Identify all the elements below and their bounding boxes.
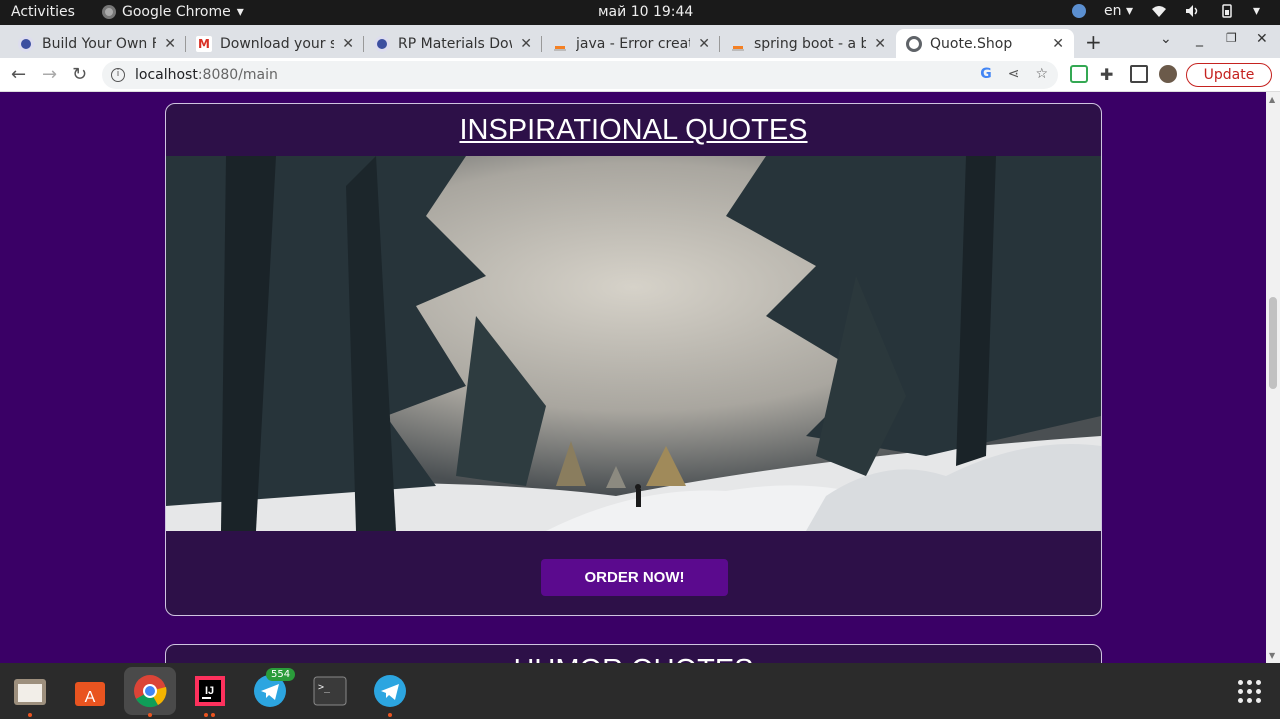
close-icon[interactable]: ✕: [1052, 36, 1064, 52]
battery-icon[interactable]: [1219, 4, 1235, 18]
terminal-dock-icon[interactable]: >_: [306, 667, 354, 715]
chevron-down-icon: ▾: [236, 4, 244, 20]
new-tab-button[interactable]: +: [1085, 30, 1102, 54]
close-icon[interactable]: ✕: [698, 36, 710, 52]
chrome-dock-icon[interactable]: [124, 667, 176, 717]
unread-count-badge: 554: [266, 668, 296, 681]
scroll-up-arrow-icon[interactable]: ▲: [1269, 95, 1275, 104]
shopping-bag-icon: A: [75, 682, 105, 706]
card-title[interactable]: HUMOR QUOTES: [166, 645, 1101, 663]
intellij-dock-icon[interactable]: IJ: [186, 667, 234, 717]
url-text[interactable]: localhost:8080/main: [135, 67, 278, 83]
chrome-icon: [134, 675, 167, 708]
side-panel-icon[interactable]: [1130, 65, 1148, 83]
page-viewport: INSPIRATIONAL QUOTES ORDER NOW!: [0, 92, 1266, 663]
volume-icon[interactable]: [1185, 4, 1201, 18]
scroll-down-arrow-icon[interactable]: ▼: [1269, 651, 1275, 660]
power-menu-arrow[interactable]: ▾: [1253, 3, 1260, 19]
share-icon[interactable]: ⋖: [1008, 66, 1020, 82]
running-indicator: [388, 713, 392, 717]
running-indicator: [28, 713, 32, 717]
forest-hiker-image: [166, 156, 1101, 531]
svg-text:A: A: [85, 689, 96, 706]
clock[interactable]: май 10 19:44: [598, 4, 693, 20]
network-globe-icon[interactable]: [1071, 4, 1086, 18]
files-app-icon[interactable]: [6, 667, 54, 717]
stackoverflow-icon: [552, 35, 568, 52]
minimize-icon[interactable]: _: [1196, 31, 1203, 47]
software-store-icon[interactable]: A: [66, 667, 114, 715]
tab-title: spring boot - a bea: [754, 35, 867, 52]
tab-download[interactable]: M Download your so ✕: [186, 29, 364, 58]
tab-title: Download your so: [220, 35, 335, 52]
svg-text:IJ: IJ: [205, 685, 214, 697]
tab-strip: Build Your Own Fa ✕ M Download your so ✕…: [0, 25, 1280, 58]
globe-icon: [374, 35, 390, 52]
tab-java-error[interactable]: java - Error creatin ✕: [542, 29, 720, 58]
running-indicator: [148, 713, 152, 717]
humor-quotes-card: HUMOR QUOTES: [165, 644, 1102, 663]
inspirational-quotes-card: INSPIRATIONAL QUOTES ORDER NOW!: [165, 103, 1102, 616]
extension-icon[interactable]: [1070, 65, 1088, 83]
bookmark-star-icon[interactable]: ☆: [1035, 66, 1048, 82]
system-tray[interactable]: en ▾ ▾: [1071, 3, 1260, 19]
back-arrow-icon[interactable]: ←: [11, 64, 26, 85]
tab-title: java - Error creatin: [576, 35, 690, 52]
extensions-puzzle-icon[interactable]: ✚: [1100, 65, 1118, 84]
tab-quote-shop[interactable]: Quote.Shop ✕: [896, 29, 1074, 58]
tab-rp-materials[interactable]: RP Materials Dow ✕: [364, 29, 542, 58]
browser-toolbar: ← → ↻ i localhost:8080/main G ⋖ ☆ ✚ Upda…: [0, 58, 1280, 92]
maximize-icon[interactable]: ❐: [1226, 31, 1237, 45]
intellij-icon: IJ: [195, 676, 225, 706]
folder-icon: [14, 679, 46, 705]
address-bar[interactable]: i localhost:8080/main G ⋖ ☆: [102, 61, 1058, 89]
tab-build-your-own[interactable]: Build Your Own Fa ✕: [8, 29, 186, 58]
profile-avatar[interactable]: [1159, 65, 1177, 83]
svg-text:>_: >_: [318, 682, 331, 693]
stackoverflow-icon: [730, 35, 746, 52]
tab-search-icon[interactable]: ⌄: [1160, 31, 1172, 47]
order-now-button[interactable]: ORDER NOW!: [541, 559, 728, 596]
globe-icon: [18, 35, 34, 52]
chrome-app-icon: [102, 5, 116, 19]
site-info-icon[interactable]: i: [111, 68, 125, 82]
gmail-icon: M: [196, 35, 212, 52]
reload-icon[interactable]: ↻: [72, 64, 87, 85]
tab-spring-boot[interactable]: spring boot - a bea ✕: [720, 29, 896, 58]
scrollbar-thumb[interactable]: [1269, 297, 1277, 389]
tab-title: Quote.Shop: [930, 35, 1013, 52]
running-indicator: [211, 713, 215, 717]
close-icon[interactable]: ✕: [164, 36, 176, 52]
page-scrollbar[interactable]: ▲ ▼: [1266, 92, 1280, 663]
telegram-icon: [374, 675, 406, 707]
close-icon[interactable]: ✕: [342, 36, 354, 52]
tab-title: RP Materials Dow: [398, 35, 513, 52]
close-icon[interactable]: ✕: [874, 36, 886, 52]
dock: A IJ 554 >_: [0, 663, 1280, 719]
show-applications-icon[interactable]: [1238, 680, 1262, 704]
running-indicator: [204, 713, 208, 717]
tab-title: Build Your Own Fa: [42, 35, 157, 52]
card-title-link[interactable]: INSPIRATIONAL QUOTES: [166, 104, 1101, 156]
app-menu[interactable]: Google Chrome ▾: [102, 4, 244, 20]
google-lens-icon[interactable]: G: [980, 66, 992, 82]
close-icon[interactable]: ✕: [520, 36, 532, 52]
update-button[interactable]: Update: [1186, 63, 1272, 87]
window-close-icon[interactable]: ✕: [1256, 31, 1268, 47]
telegram-dock-icon[interactable]: [366, 667, 414, 717]
forward-arrow-icon[interactable]: →: [42, 64, 57, 85]
system-top-bar: Activities Google Chrome ▾ май 10 19:44 …: [0, 0, 1280, 25]
app-menu-label: Google Chrome: [122, 4, 231, 20]
wifi-icon[interactable]: [1151, 4, 1167, 18]
language-indicator[interactable]: en ▾: [1104, 3, 1133, 19]
activities-button[interactable]: Activities: [11, 4, 75, 20]
globe-icon: [906, 35, 922, 52]
terminal-icon: >_: [313, 676, 347, 706]
